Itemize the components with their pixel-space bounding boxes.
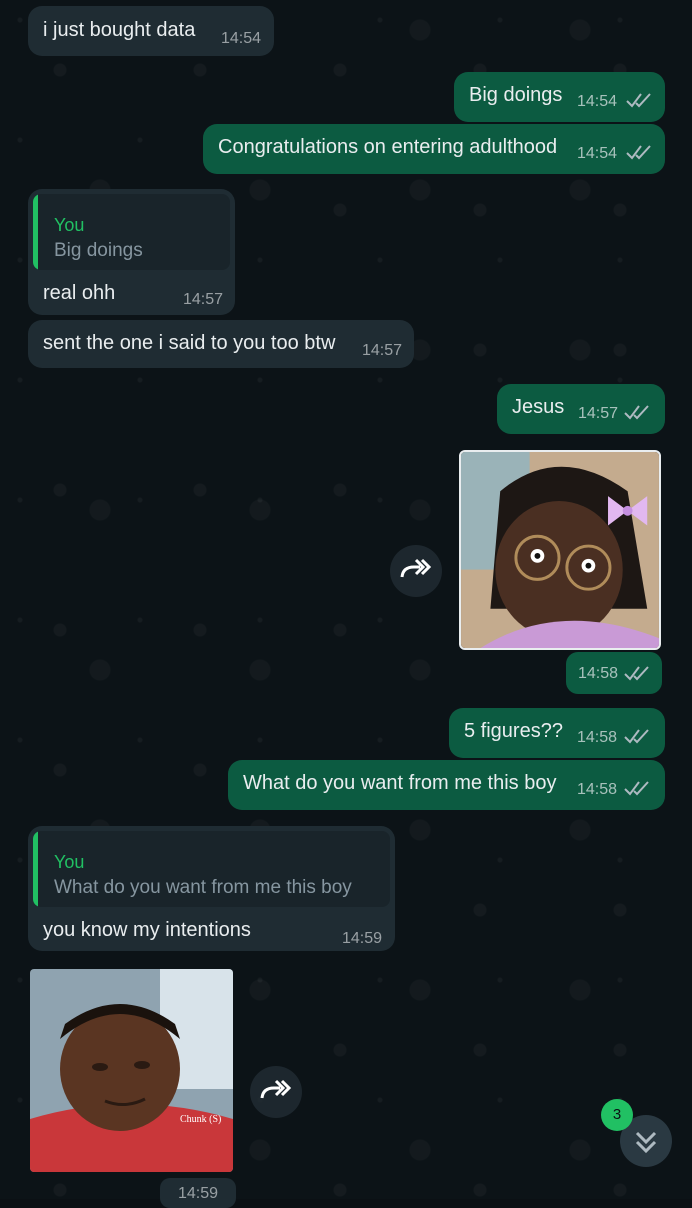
message-incoming[interactable]: i just bought data 14:54 [28, 6, 274, 56]
message-time: 14:57 [183, 291, 224, 308]
message-incoming-reply[interactable]: You What do you want from me this boy yo… [28, 826, 395, 951]
message-text: sent the one i said to you too btw [43, 332, 336, 354]
forward-button[interactable] [390, 545, 442, 597]
forward-button[interactable] [250, 1066, 302, 1118]
message-time: 14:54 [577, 145, 618, 162]
message-time: 14:58 [577, 729, 618, 746]
unread-count-badge: 3 [601, 1099, 633, 1131]
message-time: 14:59 [342, 930, 383, 947]
image-message[interactable]: Chunk (S) [30, 969, 233, 1172]
message-time: 14:57 [362, 342, 403, 359]
double-check-icon [624, 781, 649, 796]
message-text: real ohh [43, 282, 116, 304]
message-outgoing[interactable]: Jesus 14:57 [497, 384, 665, 434]
quoted-message[interactable]: You Big doings [33, 194, 230, 270]
forward-icon [400, 558, 432, 578]
double-check-icon [624, 729, 649, 744]
message-outgoing[interactable]: Big doings 14:54 [454, 72, 665, 122]
message-text: i just bought data [43, 19, 196, 41]
girl-with-glasses-image [461, 452, 659, 648]
message-time: 14:59 [178, 1185, 219, 1202]
message-text: Congratulations on entering adulthood [218, 136, 558, 158]
quote-text: Big doings [54, 240, 143, 261]
message-time: 14:57 [578, 405, 619, 422]
message-incoming-reply[interactable]: You Big doings real ohh 14:57 [28, 189, 235, 315]
image-time-badge: 14:58 [566, 652, 662, 694]
message-outgoing[interactable]: What do you want from me this boy 14:58 [228, 760, 665, 810]
message-text: 5 figures?? [464, 720, 563, 742]
double-check-icon [626, 93, 651, 108]
message-time: 14:58 [577, 781, 618, 798]
quote-author: You [54, 215, 85, 235]
double-check-icon [626, 145, 651, 160]
boy-meme-image [30, 969, 233, 1172]
message-time: 14:54 [221, 30, 262, 47]
image-time-badge: 14:59 [160, 1178, 236, 1208]
quote-text: What do you want from me this boy [54, 877, 352, 898]
message-text: Jesus [512, 396, 565, 418]
double-check-icon [624, 405, 649, 420]
message-time: 14:58 [578, 665, 619, 682]
message-outgoing[interactable]: Congratulations on entering adulthood 14… [203, 124, 665, 174]
message-text: you know my intentions [43, 919, 251, 941]
quoted-message[interactable]: You What do you want from me this boy [33, 831, 390, 907]
quote-author: You [54, 852, 85, 872]
message-text: What do you want from me this boy [243, 772, 557, 794]
message-incoming[interactable]: sent the one i said to you too btw 14:57 [28, 320, 414, 368]
message-outgoing[interactable]: 5 figures?? 14:58 [449, 708, 665, 758]
quote-accent-bar [33, 194, 38, 270]
message-text: Big doings [469, 84, 563, 106]
image-message[interactable] [459, 450, 661, 650]
forward-icon [260, 1079, 292, 1099]
message-time: 14:54 [577, 93, 618, 110]
quote-accent-bar [33, 831, 38, 907]
image-caption: Chunk (S) [180, 1114, 222, 1125]
double-check-icon [624, 666, 649, 681]
